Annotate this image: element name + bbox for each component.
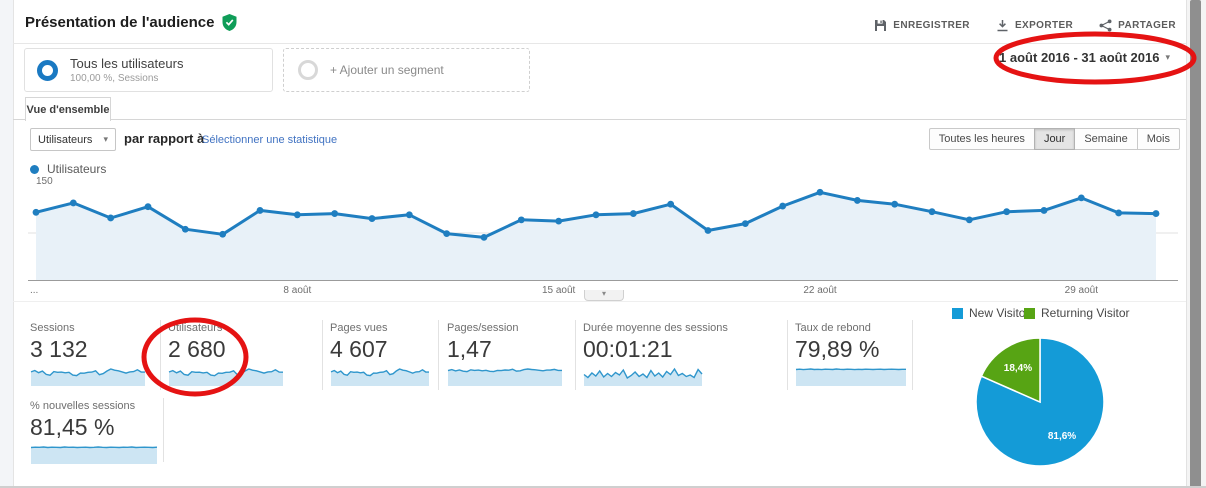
legend-swatch-icon [952,307,963,319]
metric-label: Sessions [30,322,75,334]
add-segment-button[interactable]: + Ajouter un segment [283,48,530,92]
metric-value: 81,45 % [30,414,115,440]
card-divider [787,320,788,390]
share-icon [1099,19,1112,32]
page-title-text: Présentation de l'audience [25,14,215,31]
card-divider [438,320,439,390]
svg-text:22 août: 22 août [803,285,837,296]
audience-overview-page: Présentation de l'audience ENREGISTRER E… [0,0,1206,488]
timeline-chart: ... 8 août 15 août 22 août 29 août [28,188,1178,296]
svg-text:29 août: 29 août [1065,285,1099,296]
metric-value: 00:01:21 [583,336,673,362]
share-button-label: PARTAGER [1118,20,1176,31]
save-button-label: ENREGISTRER [893,20,970,31]
card-divider [912,320,913,390]
chevron-down-icon [1165,53,1170,62]
compare-label: par rapport à [124,131,205,146]
export-button-label: EXPORTER [1014,20,1074,31]
save-button[interactable]: ENREGISTRER [874,19,970,32]
header-action-bar: ENREGISTRER EXPORTER PARTAGER [874,19,1176,32]
metric-value: 1,47 [447,336,492,362]
granularity-month-button[interactable]: Mois [1136,128,1180,150]
segment-subtitle: 100,00 %, Sessions [70,73,159,84]
timeline-legend: Utilisateurs [30,162,106,176]
tab-label: Vue d'ensemble [26,103,110,116]
share-button[interactable]: PARTAGER [1099,19,1176,32]
svg-text:18,4%: 18,4% [1004,363,1032,374]
card-divider [160,320,161,390]
metric-select-dropdown[interactable]: Utilisateurs [30,128,116,151]
metric-card-pages-vues: Pages vues 4 607 [330,322,430,387]
sparkline-duree-moyenne [583,367,703,386]
select-statistic-link[interactable]: Sélectionner une statistique [202,134,337,146]
metric-card-duree-moyenne: Durée moyenne des sessions 00:01:21 [583,322,728,387]
metric-value: 79,89 % [795,336,880,362]
collapsed-sidebar-strip [0,0,14,488]
date-range-selector[interactable]: 1 août 2016 - 31 août 2016 [999,50,1170,65]
page-title: Présentation de l'audience [25,14,237,31]
chart-collapse-handle[interactable] [584,290,624,301]
metric-value: 2 680 [168,336,226,362]
card-divider [575,320,576,390]
svg-text:81,6%: 81,6% [1048,431,1076,442]
sparkline-pages-session [447,368,562,386]
sparkline-taux-rebond [795,368,906,386]
pie-legend-returning-visitor: Returning Visitor [1024,306,1130,320]
timeline-legend-label: Utilisateurs [47,162,107,176]
download-icon [996,19,1009,32]
metric-card-sessions: Sessions 3 132 [30,322,146,387]
metric-card-utilisateurs: Utilisateurs 2 680 [168,322,284,387]
sparkline-nouvelles-sessions [30,446,158,464]
save-floppy-icon [874,19,887,32]
metric-label: Durée moyenne des sessions [583,322,728,334]
sparkline-sessions [30,368,146,386]
metric-value: 4 607 [330,336,388,362]
metric-card-pages-session: Pages/session 1,47 [447,322,563,387]
metric-card-nouvelles-sessions: % nouvelles sessions 81,45 % [30,400,158,465]
metric-label: % nouvelles sessions [30,400,136,412]
metric-label: Pages vues [330,322,388,334]
metric-label: Pages/session [447,322,519,334]
add-segment-label: + Ajouter un segment [330,63,444,77]
metric-label: Taux de rebond [795,322,871,334]
pie-legend-new-visitor: New Visitor [952,306,1029,320]
granularity-hourly-button[interactable]: Toutes les heures [928,128,1035,150]
verified-shield-check-icon [222,14,237,31]
legend-swatch-icon [1024,307,1035,319]
scrollbar-thumb[interactable] [1190,0,1201,488]
granularity-day-button[interactable]: Jour [1033,128,1076,150]
legend-dot-icon [30,164,39,174]
metric-select-value: Utilisateurs [38,133,93,146]
tab-row-divider [13,119,1186,120]
card-divider [163,398,164,462]
sparkline-utilisateurs [168,368,284,386]
card-divider [322,320,323,390]
pie-legend-label: Returning Visitor [1041,306,1130,320]
segment-donut-icon [37,59,58,81]
add-segment-ring-icon [298,60,318,80]
date-range-text: 1 août 2016 - 31 août 2016 [999,50,1160,65]
svg-text:15 août: 15 août [542,285,576,296]
metric-card-taux-rebond: Taux de rebond 79,89 % [795,322,907,387]
segment-card-all-users[interactable]: Tous les utilisateurs 100,00 %, Sessions [24,48,273,92]
sparkline-pages-vues [330,368,430,386]
chevron-down-icon [103,135,108,144]
svg-text:8 août: 8 août [283,285,311,296]
header-divider [13,43,1186,44]
tab-vue-densemble[interactable]: Vue d'ensemble [25,97,111,121]
chevron-down-icon [602,290,606,298]
segment-title: Tous les utilisateurs [70,56,184,71]
granularity-button-group: Toutes les heures Jour Semaine Mois [928,128,1180,150]
svg-text:...: ... [30,285,38,296]
metric-value: 3 132 [30,336,88,362]
export-button[interactable]: EXPORTER [996,19,1073,32]
granularity-week-button[interactable]: Semaine [1074,128,1138,150]
pie-legend-label: New Visitor [969,306,1030,320]
chart-section-divider [13,301,1186,302]
metric-label: Utilisateurs [168,322,223,334]
pie-chart: 81,6% 18,4% [975,337,1105,467]
